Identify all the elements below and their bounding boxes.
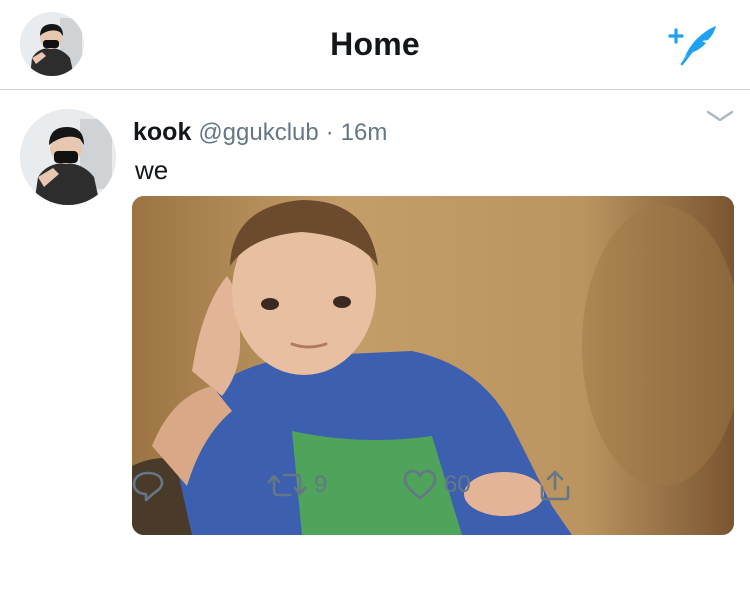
author-handle[interactable]: @ggukclub: [198, 119, 318, 146]
share-button[interactable]: [537, 465, 573, 505]
tweet[interactable]: kook @ggukclub · 16m we: [0, 91, 750, 608]
like-count: 60: [444, 471, 471, 498]
retweet-count: 9: [314, 471, 328, 498]
tweet-author-avatar[interactable]: [20, 109, 116, 205]
page-title: Home: [330, 26, 420, 62]
reply-icon: [132, 471, 164, 502]
retweet-button[interactable]: 9: [266, 465, 327, 505]
author-display-name[interactable]: kook: [133, 118, 191, 146]
share-icon: [540, 470, 570, 501]
tweet-timestamp[interactable]: 16m: [341, 119, 388, 146]
top-bar: Home: [0, 0, 750, 90]
like-button[interactable]: 60: [402, 465, 471, 505]
tweet-menu-button[interactable]: [704, 105, 736, 127]
tweet-actions: 9 60: [0, 465, 750, 505]
meta-separator: ·: [325, 119, 334, 146]
compose-tweet-icon: [668, 26, 716, 66]
tweet-text: we: [135, 155, 169, 185]
heart-icon: [403, 469, 437, 500]
chevron-down-icon: [706, 110, 734, 122]
tweet-header: kook @ggukclub · 16m: [133, 117, 387, 148]
retweet-icon: [267, 473, 307, 497]
reply-button[interactable]: [130, 465, 166, 505]
compose-tweet-button[interactable]: [666, 20, 720, 68]
avatar-photo: [20, 109, 116, 205]
